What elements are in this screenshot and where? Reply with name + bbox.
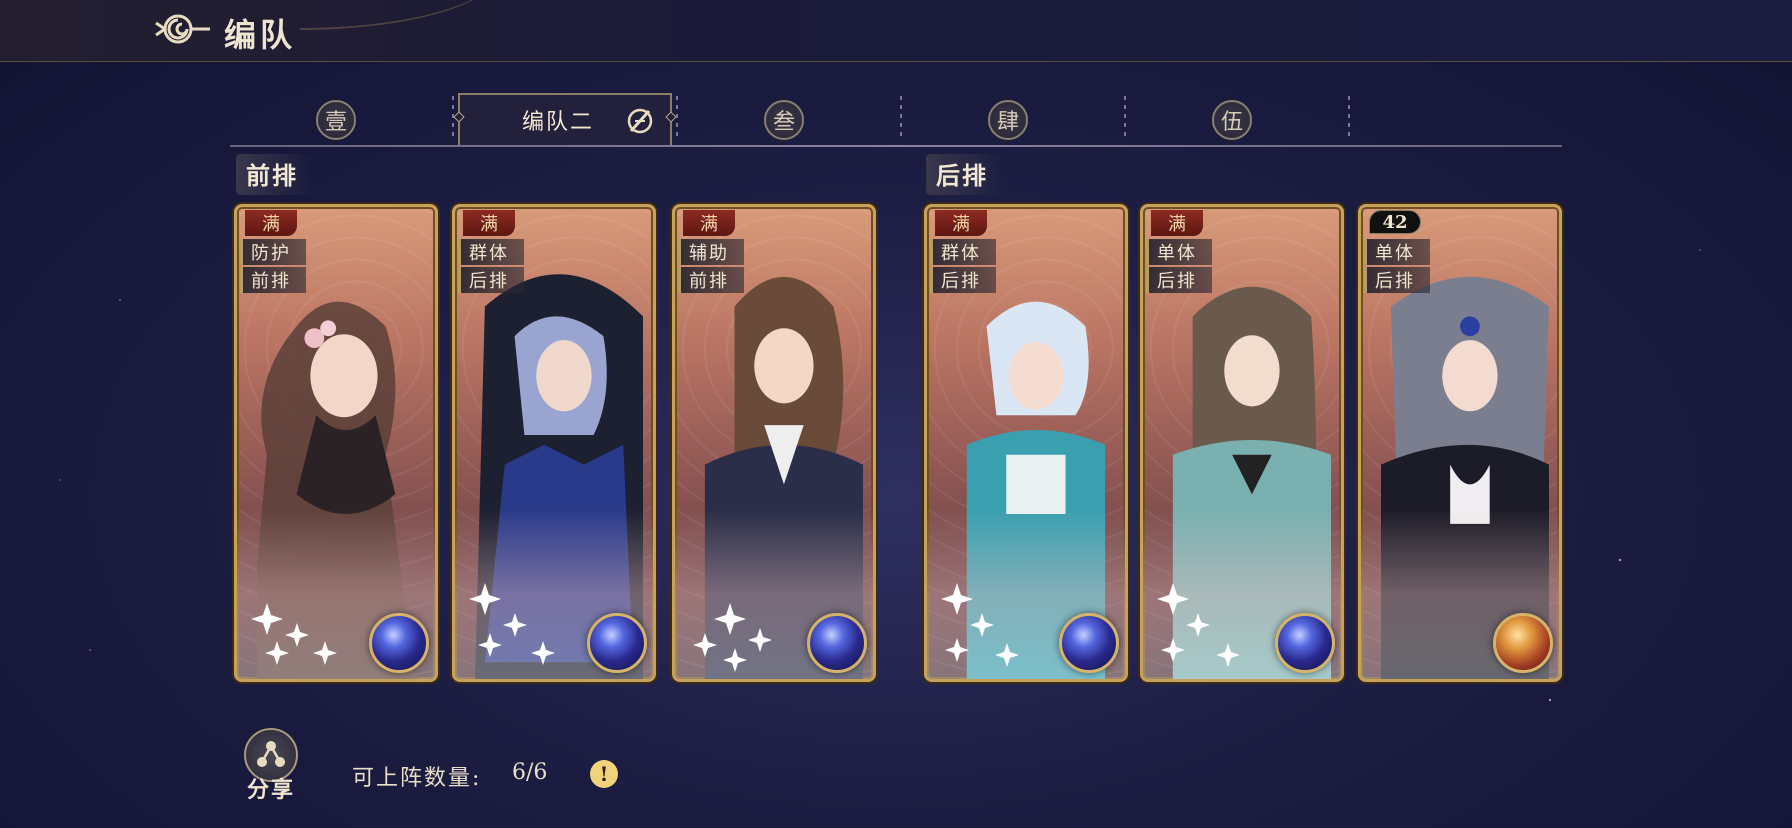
position-tag: 后排 [1146,267,1212,293]
tab-team-4[interactable]: 肆 [988,100,1028,140]
element-orb-icon [587,613,647,673]
max-level-badge: 满 [245,210,297,236]
page-title: 编队 [224,16,297,54]
deploy-count-label: 可上阵数量: [352,766,482,791]
top-header: 编队 [0,0,1792,62]
tab-team-3[interactable]: 叁 [764,100,804,140]
tab-team-5[interactable]: 伍 [1212,100,1252,140]
tab-team-1[interactable]: 壹 [316,100,356,140]
star-rating-icon [251,603,337,665]
max-level-badge: 满 [463,210,515,236]
role-tag: 辅助 [678,239,744,265]
character-card[interactable]: 满 群体 后排 [452,204,656,682]
front-row-label: 前排 [236,154,314,195]
tab-divider [1124,96,1126,140]
role-tag: 群体 [930,239,996,265]
back-cloud-icon[interactable] [152,10,214,48]
position-tag: 后排 [458,267,524,293]
rename-pen-icon[interactable] [626,107,654,135]
tabs-baseline [230,145,1562,147]
max-level-badge: 满 [683,210,735,236]
star-rating-icon [469,583,555,665]
role-tag: 单体 [1146,239,1212,265]
character-card[interactable]: 满 辅助 前排 [672,204,876,682]
element-orb-icon [807,613,867,673]
role-tag: 单体 [1364,239,1430,265]
star-rating-icon [941,583,1019,667]
star-rating-icon [1157,583,1240,667]
header-decoration [300,0,500,30]
character-card[interactable]: 42 单体 后排 [1358,204,1562,682]
role-tag: 群体 [458,239,524,265]
position-tag: 前排 [240,267,306,293]
element-orb-icon [1275,613,1335,673]
tab-team-2-active[interactable]: 编队二 [458,93,672,145]
tab-team-2-label: 编队二 [522,110,595,135]
role-tag: 防护 [240,239,306,265]
share-icon [257,741,285,767]
back-row-label: 后排 [926,154,1004,195]
max-level-badge: 满 [1151,210,1203,236]
share-label: 分享 [246,777,295,803]
info-icon[interactable]: ! [590,760,618,788]
character-card[interactable]: 满 群体 后排 [924,204,1128,682]
max-level-badge: 满 [935,210,987,236]
level-badge: 42 [1369,210,1421,234]
tab-divider [676,96,678,140]
element-orb-icon [1493,613,1553,673]
position-tag: 前排 [678,267,744,293]
star-rating-icon [693,603,772,672]
character-card[interactable]: 满 防护 前排 [234,204,438,682]
position-tag: 后排 [930,267,996,293]
tab-divider [1348,96,1350,140]
position-tag: 后排 [1364,267,1430,293]
deploy-count-value: 6/6 [512,760,548,785]
character-card[interactable]: 满 单体 后排 [1140,204,1344,682]
element-orb-icon [1059,613,1119,673]
element-orb-icon [369,613,429,673]
tab-divider [900,96,902,140]
